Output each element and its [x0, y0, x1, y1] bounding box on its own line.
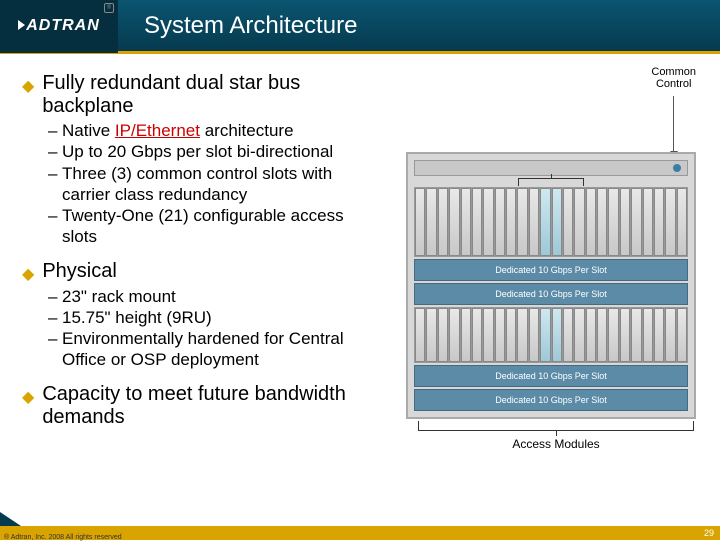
sub-bullets-2: 23" rack mount 15.75" height (9RU) Envir… [22, 286, 374, 371]
band-label-2: Dedicated 10 Gbps Per Slot [414, 283, 688, 305]
brace-icon [518, 178, 584, 186]
slide-body: Common Control ◆Fully redundant dual sta… [0, 54, 720, 429]
common-control-annotation: Common Control [651, 66, 696, 90]
page-number: 29 [704, 526, 714, 540]
slide-header: ADTRAN ® System Architecture [0, 0, 720, 54]
sub-bullets-1: Native IP/Ethernet architecture Up to 20… [22, 120, 374, 248]
band-label-4: Dedicated 10 Gbps Per Slot [414, 389, 688, 411]
chassis-frame: Dedicated 10 Gbps Per Slot Dedicated 10 … [406, 152, 696, 419]
band-label-1: Dedicated 10 Gbps Per Slot [414, 259, 688, 281]
sub-native-ip: Native IP/Ethernet architecture [48, 120, 374, 141]
slide-title: System Architecture [144, 12, 357, 40]
band-label-3: Dedicated 10 Gbps Per Slot [414, 365, 688, 387]
sub-20gbps: Up to 20 Gbps per slot bi-directional [48, 141, 374, 162]
slot-row [414, 187, 688, 257]
footer-bar: ® Adtran, Inc. 2008 All rights reserved … [0, 526, 720, 540]
registered-icon: ® [104, 3, 114, 13]
logo-box: ADTRAN ® [0, 0, 118, 53]
slot-row-2 [414, 307, 688, 363]
sub-hardened: Environmentally hardened for Central Off… [48, 328, 374, 371]
chassis-diagram: Dedicated 10 Gbps Per Slot Dedicated 10 … [406, 152, 706, 451]
bullet-capacity: ◆Capacity to meet future bandwidth deman… [22, 383, 374, 429]
sub-height: 15.75" height (9RU) [48, 307, 374, 328]
arrow-icon [673, 96, 674, 156]
sub-rack-mount: 23" rack mount [48, 286, 374, 307]
adtran-logo: ADTRAN [18, 17, 100, 35]
sub-access-slots: Twenty-One (21) configurable access slot… [48, 205, 374, 248]
bullet-physical: ◆Physical [22, 260, 374, 284]
sub-control-slots: Three (3) common control slots with carr… [48, 163, 374, 206]
access-modules-annotation: Access Modules [406, 437, 706, 451]
brace-icon [418, 421, 694, 431]
bullet-backpane: ◆Fully redundant dual star bus backplane [22, 72, 374, 118]
